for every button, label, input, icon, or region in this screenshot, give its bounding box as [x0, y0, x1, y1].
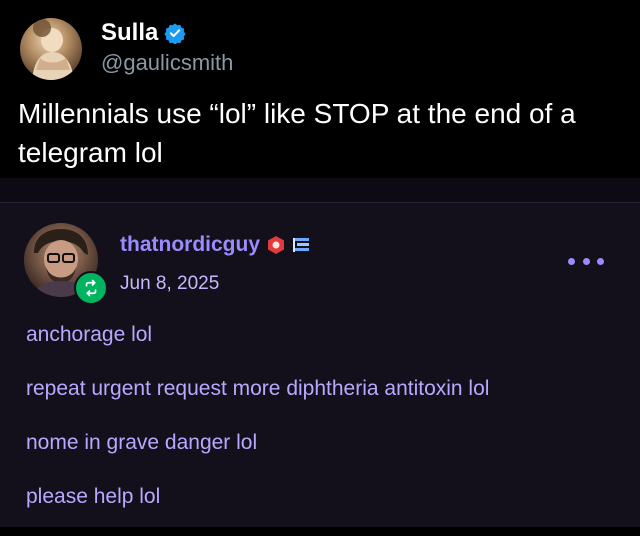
post-date[interactable]: Jun 8, 2025: [120, 273, 219, 295]
post-line: repeat urgent request more diphtheria an…: [26, 377, 490, 400]
more-options-icon[interactable]: [568, 253, 604, 269]
post-body: anchorage lol repeat urgent request more…: [26, 320, 626, 536]
red-hex-badge-icon: [266, 235, 286, 255]
tweet-author-label: Sulla: [101, 19, 159, 46]
quoted-tweet: Sulla @gaulicsmith Millennials use “lol”…: [0, 0, 640, 178]
tweet-handle[interactable]: @gaulicsmith: [101, 50, 233, 76]
reblog-icon: [74, 271, 108, 305]
post-line: nome in grave danger lol: [26, 431, 258, 454]
flag-badge-icon: [292, 235, 312, 255]
tweet-text: Millennials use “lol” like STOP at the e…: [18, 98, 576, 168]
tweet-author-name[interactable]: Sulla: [101, 19, 186, 47]
reblog-post: thatnordicguy Jun 8, 2025 anchorage lol …: [0, 203, 640, 527]
post-line: anchorage lol: [26, 323, 153, 346]
verified-badge-icon: [164, 22, 186, 45]
post-line: please help lol: [26, 485, 161, 508]
post-author-name[interactable]: thatnordicguy: [120, 233, 312, 257]
tweet-avatar[interactable]: [20, 18, 82, 80]
section-gap: [0, 178, 640, 202]
post-author-label: thatnordicguy: [120, 233, 260, 256]
